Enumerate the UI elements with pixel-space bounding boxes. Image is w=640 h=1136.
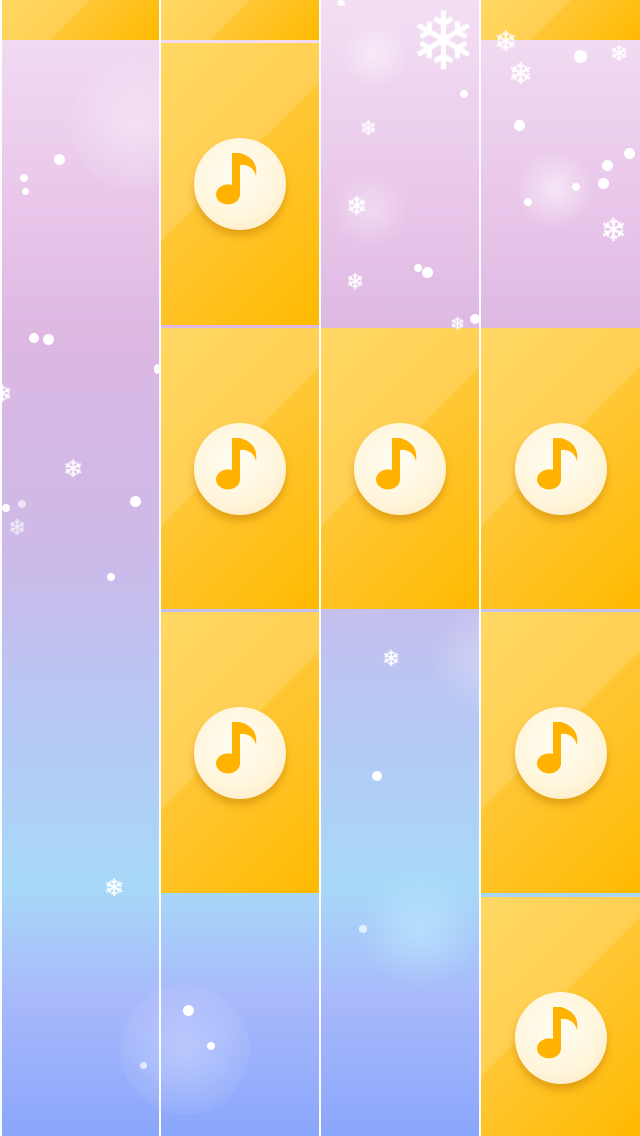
snowflake-icon: ❄	[346, 270, 365, 295]
snow-dot	[337, 0, 345, 6]
bokeh-light	[340, 20, 410, 90]
snow-dot	[130, 496, 141, 507]
lane-divider	[159, 0, 161, 1136]
snowflake-icon: ❄	[360, 116, 377, 140]
tile-button	[514, 706, 607, 799]
snow-dot	[18, 500, 26, 508]
bokeh-light	[360, 870, 480, 990]
music-note-icon	[536, 1007, 577, 1059]
snow-dot	[22, 188, 29, 195]
music-note-icon	[536, 437, 577, 489]
bokeh-light	[330, 170, 410, 250]
snowflake-icon: ❄	[382, 647, 401, 672]
game-board: ❄ ❄ ❄ ❄ ❄ ❄ ❄ ❄ ❄ ❄ ❄ ❄ ❄ ❄	[0, 0, 640, 1136]
snow-dot	[524, 198, 532, 206]
snowflake-icon: ❄	[104, 874, 125, 902]
snow-dot	[372, 771, 382, 781]
snow-dot	[624, 148, 635, 159]
snow-dot	[598, 178, 609, 189]
tile-button	[194, 422, 286, 515]
snow-dot	[140, 1062, 147, 1069]
snow-dot	[572, 183, 580, 191]
lane-divider	[319, 0, 321, 1136]
snow-dot	[207, 1042, 215, 1050]
tile-lane-3[interactable]	[321, 328, 479, 609]
tile-button	[514, 422, 607, 515]
snow-dot	[460, 90, 468, 98]
snowflake-icon: ❄	[410, 0, 478, 88]
music-note-icon	[216, 153, 257, 205]
tile-lane-4-partial[interactable]	[481, 0, 640, 40]
music-note-icon	[216, 437, 257, 489]
tile-lane-4[interactable]	[481, 897, 640, 1136]
snowflake-icon: ❄	[508, 57, 534, 92]
snow-dot	[54, 154, 65, 165]
snowflake-icon: ❄	[63, 455, 84, 483]
tile-button	[354, 422, 446, 515]
tile-lane-4[interactable]	[481, 328, 640, 609]
lane-divider	[0, 0, 2, 1136]
tile-lane-1-partial[interactable]	[1, 0, 159, 40]
lane-divider	[479, 0, 481, 1136]
snowflake-icon: ❄	[600, 211, 627, 249]
snow-dot	[107, 573, 115, 581]
snow-dot	[574, 50, 587, 63]
music-note-icon	[376, 437, 417, 489]
tile-lane-4[interactable]	[481, 612, 640, 893]
snow-dot	[514, 120, 525, 131]
music-note-icon	[216, 721, 257, 773]
snow-dot	[414, 264, 422, 272]
snow-dot	[2, 504, 10, 512]
snow-dot	[183, 1005, 194, 1016]
bokeh-light	[120, 985, 250, 1115]
tile-button	[514, 992, 607, 1084]
tile-lane-2[interactable]	[161, 328, 319, 609]
bokeh-light	[515, 150, 595, 230]
snowflake-icon: ❄	[346, 192, 368, 222]
snow-dot	[602, 160, 613, 171]
snowflake-icon: ❄	[610, 42, 629, 67]
tile-lane-2-partial[interactable]	[161, 0, 319, 40]
tile-lane-2[interactable]	[161, 612, 319, 893]
snowflake-icon: ❄	[8, 516, 27, 541]
snow-dot	[29, 333, 39, 343]
snow-dot	[422, 267, 433, 278]
tile-lane-2[interactable]	[161, 43, 319, 325]
tile-button	[194, 138, 286, 230]
snow-dot	[43, 334, 54, 345]
music-note-icon	[536, 721, 577, 773]
snow-dot	[20, 174, 28, 182]
tile-button	[194, 706, 286, 799]
snow-dot	[359, 925, 367, 933]
